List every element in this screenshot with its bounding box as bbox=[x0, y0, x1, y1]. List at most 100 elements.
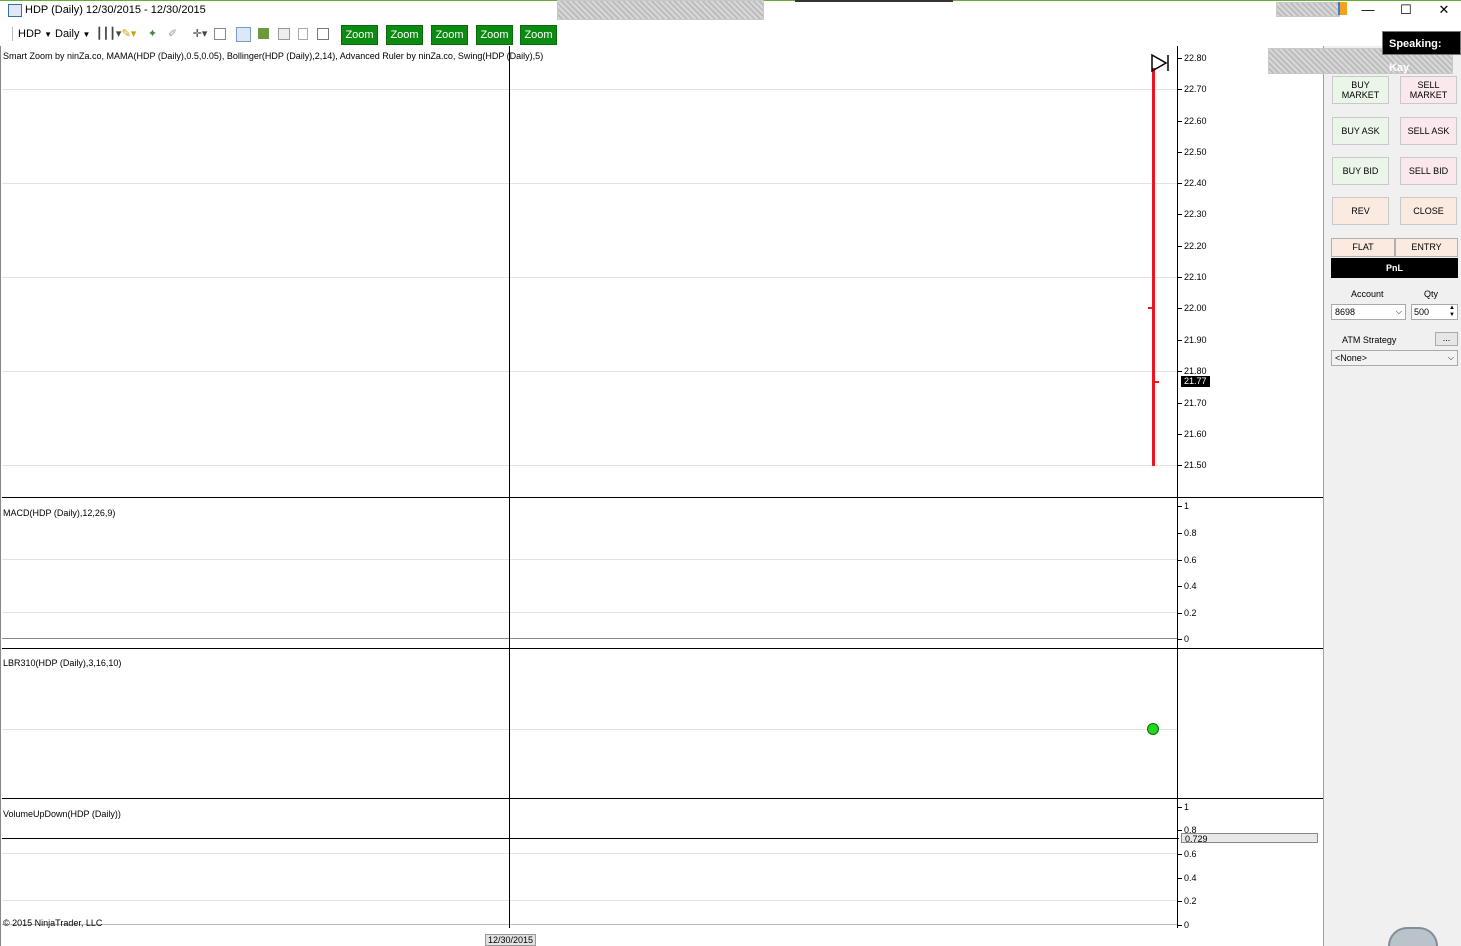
chart-trader-icon[interactable] bbox=[236, 27, 251, 42]
price-tick: 21.70 bbox=[1178, 398, 1207, 408]
qty-label: Qty bbox=[1424, 289, 1439, 299]
atm-strategy-select[interactable]: <None> ⌵ bbox=[1331, 350, 1458, 366]
window-accent-icon bbox=[1338, 2, 1347, 15]
price-tick: 22.40 bbox=[1178, 178, 1207, 188]
price-tick: 21.50 bbox=[1178, 460, 1207, 470]
spin-arrows-icon[interactable]: ▲ ▼ bbox=[1449, 305, 1455, 319]
price-tick: 22.70 bbox=[1178, 84, 1207, 94]
open-tick bbox=[1148, 307, 1152, 309]
sell-bid-button[interactable]: SELL BID bbox=[1400, 157, 1457, 185]
panel-separator[interactable] bbox=[2, 497, 1323, 498]
account-label: Account bbox=[1351, 289, 1384, 299]
macd-tick: 0 bbox=[1177, 634, 1189, 644]
pencil-draw-icon[interactable]: ✎▾ bbox=[120, 28, 138, 40]
price-tick: 22.60 bbox=[1178, 116, 1207, 126]
price-tick: 21.90 bbox=[1178, 335, 1207, 345]
copyright: © 2015 NinjaTrader, LLC bbox=[3, 918, 103, 928]
close-button[interactable]: ✕ bbox=[1430, 2, 1458, 18]
data-box-icon[interactable] bbox=[298, 28, 308, 40]
flat-status: FLAT bbox=[1331, 238, 1395, 257]
macd-panel-title: MACD(HDP (Daily),12,26,9) bbox=[3, 508, 116, 518]
bar-type-icon[interactable]: ┃┃┃▾ bbox=[96, 28, 121, 40]
zoom-button-3[interactable]: Zoom bbox=[431, 25, 468, 45]
chart-window-icon bbox=[8, 4, 22, 17]
sell-market-button[interactable]: SELL MARKET bbox=[1400, 76, 1457, 104]
eraser-icon[interactable]: ✐ bbox=[166, 28, 179, 40]
rev-button[interactable]: REV bbox=[1332, 197, 1389, 225]
gridline bbox=[2, 371, 1177, 372]
pnl-display: PnL bbox=[1331, 258, 1458, 278]
properties-icon[interactable] bbox=[278, 28, 290, 40]
atm-strategy-label: ATM Strategy bbox=[1342, 335, 1397, 345]
taskbar-strip bbox=[795, 0, 953, 2]
gridline bbox=[2, 559, 1177, 560]
gridline bbox=[2, 183, 1177, 184]
window-title: HDP (Daily) 12/30/2015 - 12/30/2015 bbox=[25, 4, 206, 16]
last-price-marker: 21.77 bbox=[1181, 376, 1210, 387]
buy-market-button[interactable]: BUY MARKET bbox=[1332, 76, 1389, 104]
panel-separator[interactable] bbox=[2, 648, 1323, 649]
speaking-indicator: Speaking: Kay bbox=[1382, 31, 1461, 74]
price-tick: 22.10 bbox=[1178, 272, 1207, 282]
volume-panel-title: VolumeUpDown(HDP (Daily)) bbox=[3, 809, 121, 819]
lbr-panel-title: LBR310(HDP (Daily),3,16,10) bbox=[3, 658, 122, 668]
instrument-selector[interactable]: HDP ▼ bbox=[18, 28, 52, 40]
chevron-down-icon: ⌵ bbox=[1395, 307, 1402, 316]
strategies-icon[interactable] bbox=[258, 28, 269, 39]
go-to-end-icon[interactable] bbox=[1150, 53, 1172, 73]
gridline bbox=[2, 729, 1177, 730]
price-tick: 22.00 bbox=[1178, 303, 1207, 313]
sell-ask-button[interactable]: SELL ASK bbox=[1400, 117, 1457, 145]
maximize-button[interactable]: ☐ bbox=[1392, 2, 1420, 18]
price-tick: 22.30 bbox=[1178, 209, 1207, 219]
volume-tick: 1 bbox=[1177, 802, 1189, 812]
account-select[interactable]: 8698 ⌵ bbox=[1331, 304, 1406, 320]
lbr-signal-dot[interactable] bbox=[1147, 723, 1159, 735]
zoom-button-1[interactable]: Zoom bbox=[341, 25, 378, 45]
atm-more-button[interactable]: ... bbox=[1435, 332, 1458, 346]
price-tick: 22.80 bbox=[1178, 53, 1207, 63]
volume-tick: 0.2 bbox=[1178, 896, 1197, 906]
close-position-button[interactable]: CLOSE bbox=[1400, 197, 1457, 225]
volume-tick: 0.4 bbox=[1178, 873, 1197, 883]
price-panel-title: Smart Zoom by ninZa.co, MAMA(HDP (Daily)… bbox=[3, 51, 544, 61]
close-tick bbox=[1155, 381, 1159, 383]
buy-ask-button[interactable]: BUY ASK bbox=[1332, 117, 1389, 145]
zoom-rect-icon[interactable] bbox=[214, 28, 226, 40]
gridline bbox=[2, 900, 1177, 901]
gridline bbox=[2, 465, 1177, 466]
macd-tick: 1 bbox=[1177, 501, 1189, 511]
zoom-button-5[interactable]: Zoom bbox=[520, 25, 557, 45]
chart-area[interactable] bbox=[0, 46, 1323, 946]
gridline bbox=[2, 277, 1177, 278]
crosshair-icon[interactable]: ✛▾ bbox=[190, 28, 210, 40]
crosshair-date-label: 12/30/2015 bbox=[485, 934, 537, 946]
qty-stepper[interactable]: 500 ▲ ▼ bbox=[1411, 304, 1458, 320]
macd-tick: 0.4 bbox=[1178, 581, 1197, 591]
redacted-area bbox=[557, 0, 764, 20]
entry-status: ENTRY bbox=[1395, 238, 1458, 257]
zoom-button-2[interactable]: Zoom bbox=[386, 25, 423, 45]
panel-separator[interactable] bbox=[2, 798, 1323, 799]
buy-bid-button[interactable]: BUY BID bbox=[1332, 157, 1389, 185]
volume-value-line bbox=[2, 838, 1179, 839]
zoom-button-4[interactable]: Zoom bbox=[476, 25, 513, 45]
chevron-down-icon: ⌵ bbox=[1447, 353, 1454, 362]
templates-icon[interactable] bbox=[317, 28, 329, 40]
price-tick: 21.60 bbox=[1178, 429, 1207, 439]
price-axis-border bbox=[1177, 46, 1178, 928]
zero-line bbox=[2, 638, 1177, 639]
price-tick: 21.80 bbox=[1178, 366, 1207, 376]
chevron-down-icon: ▼ bbox=[82, 30, 91, 39]
volume-value-marker: 0.729 bbox=[1181, 833, 1318, 844]
minimize-button[interactable]: — bbox=[1354, 2, 1382, 18]
price-bar[interactable] bbox=[1152, 68, 1155, 466]
macd-tick: 0.6 bbox=[1178, 555, 1197, 565]
macd-tick: 0.2 bbox=[1178, 608, 1197, 618]
pin-icon[interactable]: ✦ bbox=[146, 28, 159, 40]
volume-tick: 0 bbox=[1177, 920, 1189, 930]
redacted-area bbox=[1276, 2, 1340, 17]
volume-tick: 0.6 bbox=[1178, 849, 1197, 859]
interval-selector[interactable]: Daily ▼ bbox=[55, 28, 90, 40]
gridline bbox=[2, 853, 1177, 854]
